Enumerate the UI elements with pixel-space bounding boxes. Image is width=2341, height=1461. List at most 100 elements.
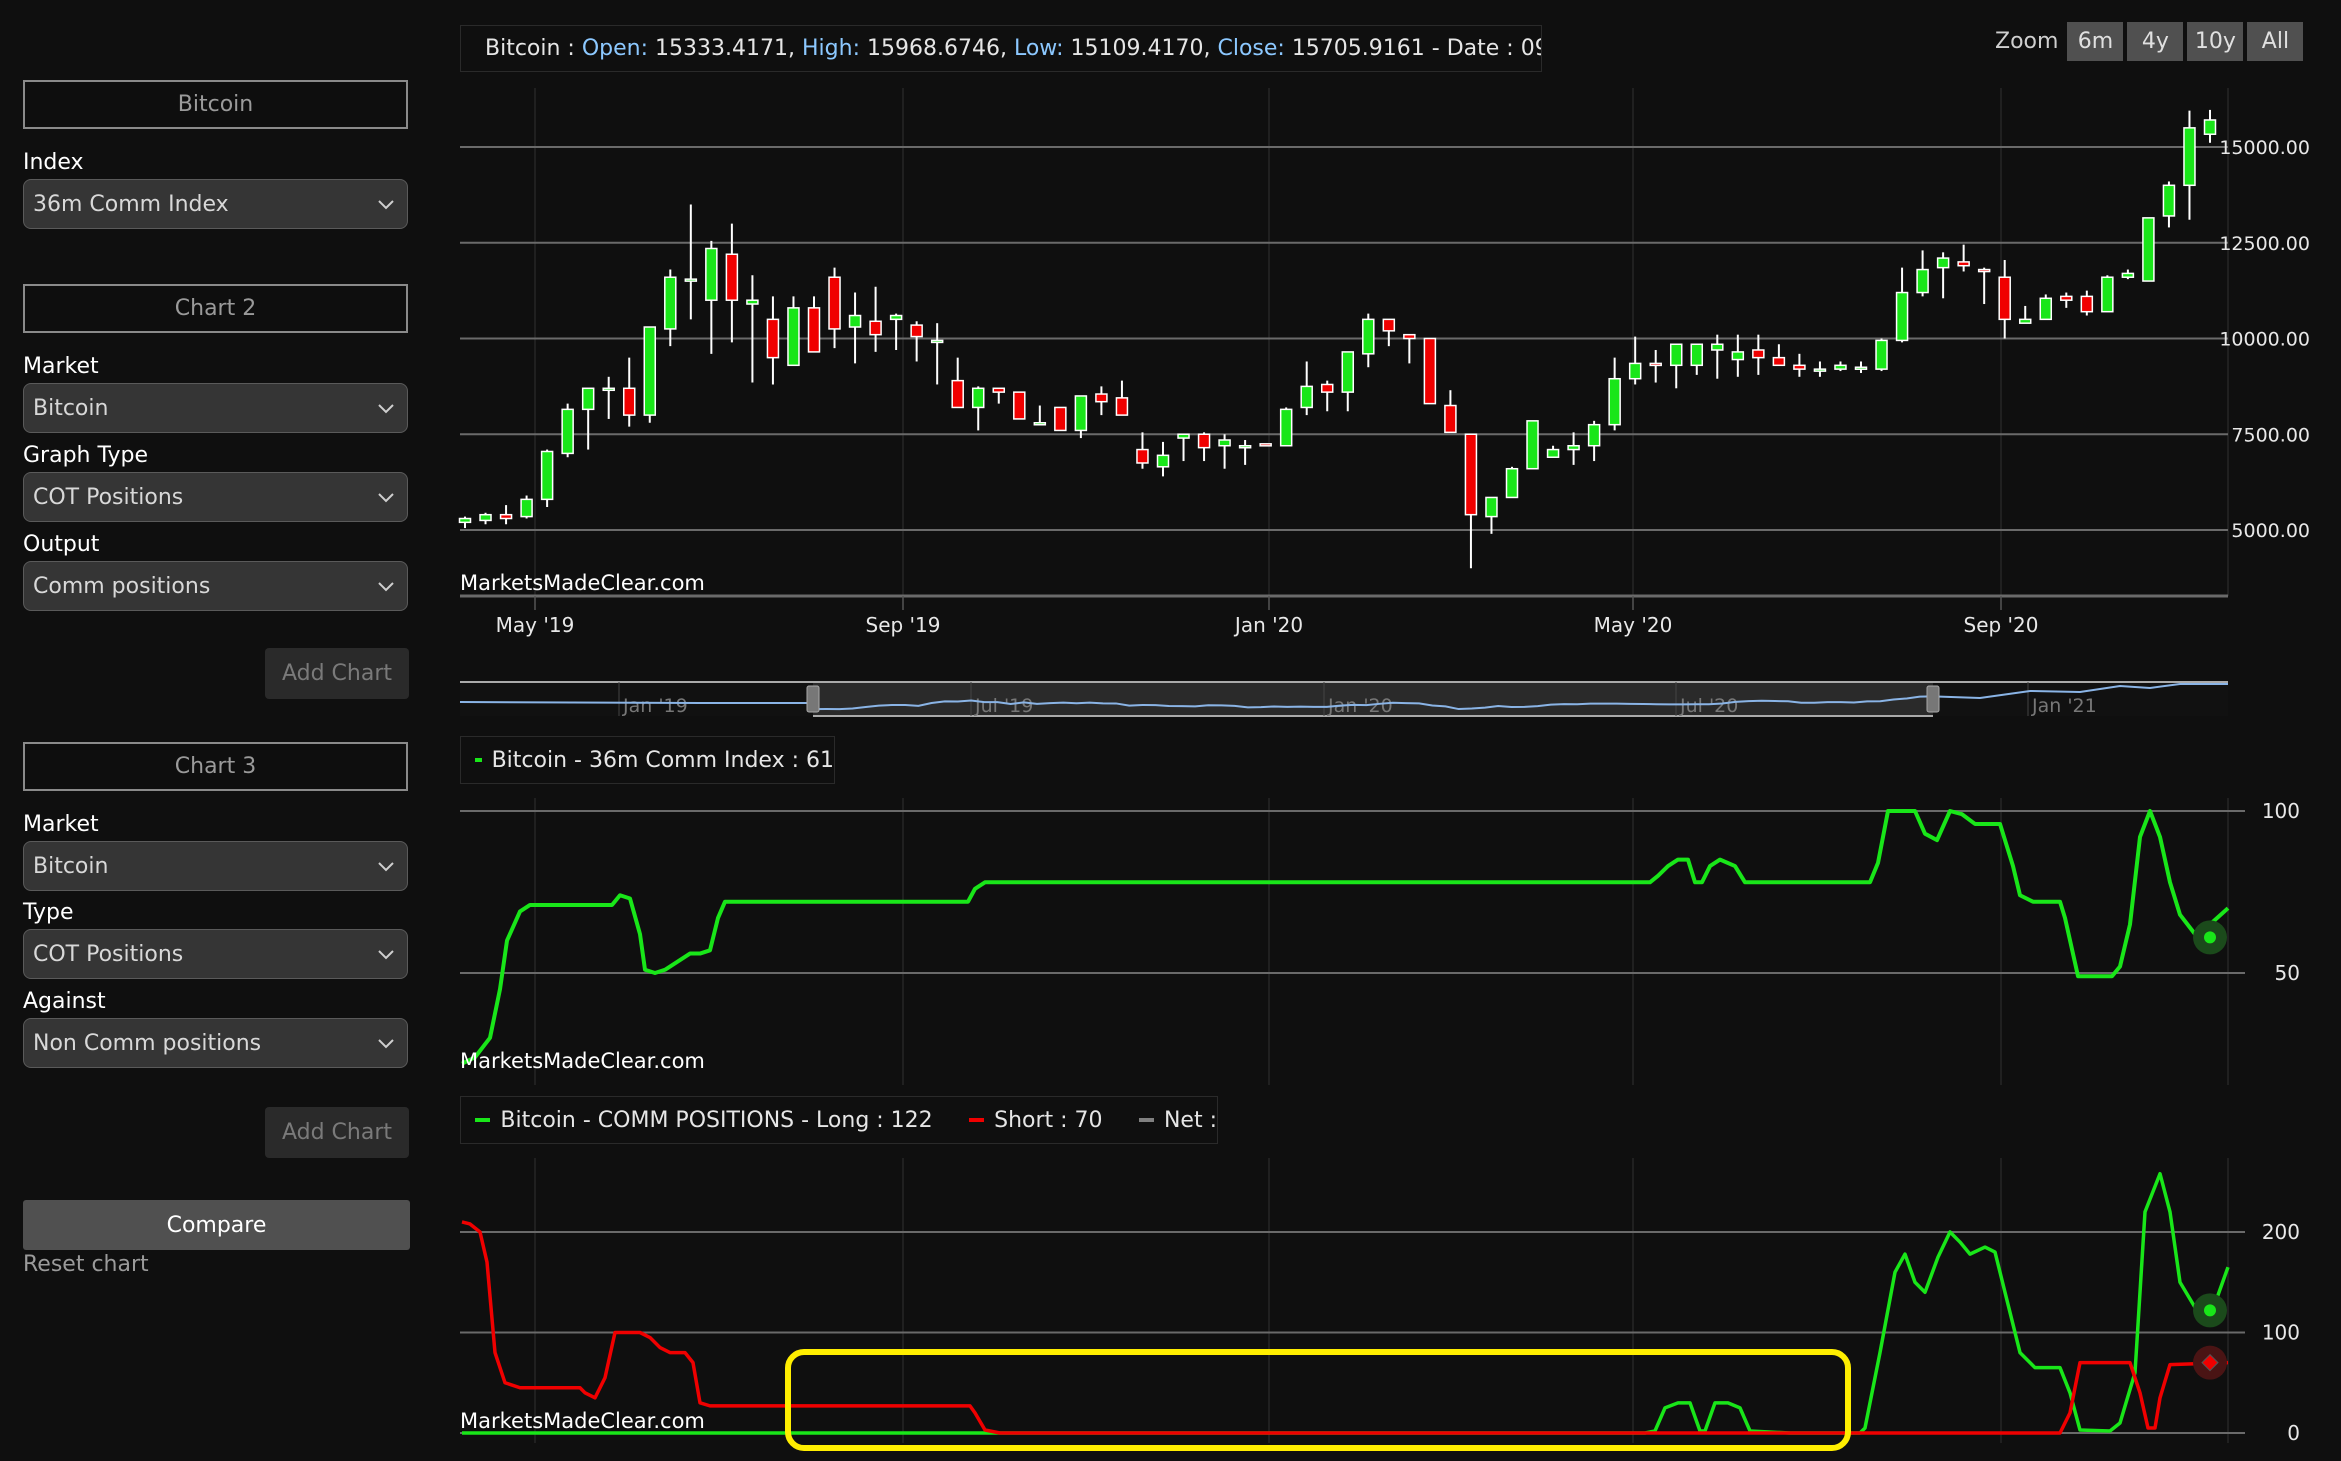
candle-body bbox=[1259, 443, 1272, 447]
candle-body bbox=[1156, 454, 1170, 468]
candle-body bbox=[1300, 385, 1313, 409]
candle bbox=[1403, 333, 1416, 364]
candle-body bbox=[581, 387, 595, 411]
y-tick-label: 0 bbox=[2287, 1421, 2300, 1445]
candle bbox=[828, 267, 841, 349]
candle-body bbox=[1608, 377, 1621, 426]
candle bbox=[848, 292, 862, 364]
candle-body bbox=[1238, 444, 1252, 449]
legend-long[interactable]: Bitcoin - COMM POSITIONS - Long : 122 bbox=[500, 1108, 932, 1133]
legend-short[interactable]: Short : 70 bbox=[994, 1108, 1102, 1133]
candle-body bbox=[2080, 295, 2094, 313]
candle-body bbox=[1690, 343, 1704, 367]
candle-body bbox=[828, 276, 841, 330]
candle bbox=[1772, 344, 1786, 367]
y-tick-label: 15000.00 bbox=[2219, 137, 2310, 159]
navigator-handle-left[interactable] bbox=[806, 685, 820, 713]
y-tick-label: 10000.00 bbox=[2219, 329, 2310, 351]
candle-body bbox=[1095, 393, 1108, 403]
candle bbox=[1423, 337, 1437, 405]
candle bbox=[1074, 395, 1088, 439]
candle-body bbox=[1505, 467, 1519, 499]
tooltip-low: 15109.4170, bbox=[1070, 36, 1211, 61]
tooltip-name: Bitcoin : bbox=[485, 36, 575, 61]
candle bbox=[1341, 351, 1355, 412]
candle-body bbox=[1895, 291, 1909, 342]
candle-body bbox=[1444, 404, 1457, 434]
legend-net[interactable]: Net : bbox=[1164, 1108, 1217, 1133]
candle bbox=[643, 326, 657, 423]
candle-body bbox=[1977, 268, 1991, 273]
candle bbox=[2121, 269, 2135, 280]
candle bbox=[971, 386, 985, 431]
candle-body bbox=[1423, 337, 1437, 405]
candle-body bbox=[930, 339, 944, 344]
candle-body bbox=[2203, 119, 2217, 135]
navigator-handle-right[interactable] bbox=[1926, 685, 1940, 713]
candle-body bbox=[1998, 276, 2011, 321]
comm-index-panel bbox=[461, 809, 2230, 1066]
tooltip-open-label: Open: bbox=[581, 36, 649, 61]
candle-body bbox=[499, 513, 513, 520]
zoom-all-button[interactable]: All bbox=[2247, 22, 2304, 61]
x-tick-label: Jan '20 bbox=[1233, 613, 1303, 637]
candle bbox=[1054, 406, 1067, 432]
candle bbox=[1731, 334, 1745, 377]
candle bbox=[602, 376, 615, 419]
candle-body bbox=[1649, 362, 1662, 367]
candle-body bbox=[1834, 364, 1847, 370]
candle bbox=[951, 357, 964, 409]
tooltip-open: 15333.4171, bbox=[655, 36, 795, 61]
candle bbox=[1916, 250, 1929, 297]
zoom-6m-button[interactable]: 6m bbox=[2067, 22, 2124, 61]
candle-body bbox=[2162, 184, 2176, 217]
candle bbox=[1464, 433, 1478, 569]
zoom-10y-button[interactable]: 10y bbox=[2187, 22, 2244, 61]
candle bbox=[1854, 361, 1868, 373]
zoom-4y-button[interactable]: 4y bbox=[2127, 22, 2184, 61]
candle-body bbox=[2183, 127, 2196, 187]
candle bbox=[2080, 290, 2094, 316]
candle bbox=[1875, 338, 1888, 372]
candle-body bbox=[766, 318, 780, 359]
chart-area[interactable]: Jan '19 Jul '19 Jan '20 Jul '20 Jan '21 5000… bbox=[0, 0, 2341, 1461]
candle bbox=[540, 449, 554, 508]
candle-body bbox=[1485, 496, 1498, 518]
candle bbox=[1279, 407, 1293, 447]
candle-body bbox=[807, 307, 821, 353]
candle-body bbox=[1587, 423, 1601, 447]
candle-body bbox=[1793, 364, 1806, 370]
candle-body bbox=[540, 450, 554, 501]
candle-body bbox=[1854, 366, 1868, 370]
ohlc-tooltip: Bitcoin : Open: 15333.4171, High: 15968.… bbox=[460, 25, 1542, 72]
candle bbox=[1505, 466, 1519, 499]
candle-body bbox=[1752, 349, 1765, 359]
candle-body bbox=[992, 387, 1006, 393]
candle-body bbox=[1546, 448, 1560, 458]
candle-body bbox=[1731, 351, 1745, 361]
candle bbox=[1895, 267, 1909, 343]
candle bbox=[2060, 292, 2073, 308]
candle bbox=[1095, 386, 1108, 416]
candle bbox=[1587, 420, 1601, 462]
candle-body bbox=[684, 278, 698, 282]
candle bbox=[1793, 353, 1806, 377]
comm-index-legend[interactable]: Bitcoin - 36m Comm Index : 61 bbox=[460, 736, 835, 784]
candle bbox=[2039, 294, 2053, 321]
x-tick-label: May '20 bbox=[1594, 613, 1673, 637]
axis-labels: 5000.00 7500.00 10000.00 12500.00 15000.00 Ma… bbox=[460, 137, 2310, 1445]
candle-body bbox=[1320, 383, 1334, 393]
y-tick-label: 5000.00 bbox=[2231, 520, 2310, 542]
y-tick-label: 200 bbox=[2262, 1220, 2300, 1244]
candle-body bbox=[1115, 397, 1129, 416]
candle bbox=[2018, 305, 2032, 324]
zoom-label: Zoom bbox=[1995, 29, 2059, 54]
y-tick-label: 50 bbox=[2275, 961, 2300, 985]
candle bbox=[2142, 217, 2155, 282]
comm-positions-legend: Bitcoin - COMM POSITIONS - Long : 122 Sh… bbox=[460, 1096, 1218, 1144]
candle bbox=[2183, 110, 2196, 220]
tooltip-date: - Date : 09/11/2020 bbox=[1431, 36, 1541, 61]
watermark: MarketsMadeClear.com bbox=[460, 1049, 705, 1073]
candle bbox=[1936, 252, 1950, 299]
candle-body bbox=[1013, 391, 1026, 420]
